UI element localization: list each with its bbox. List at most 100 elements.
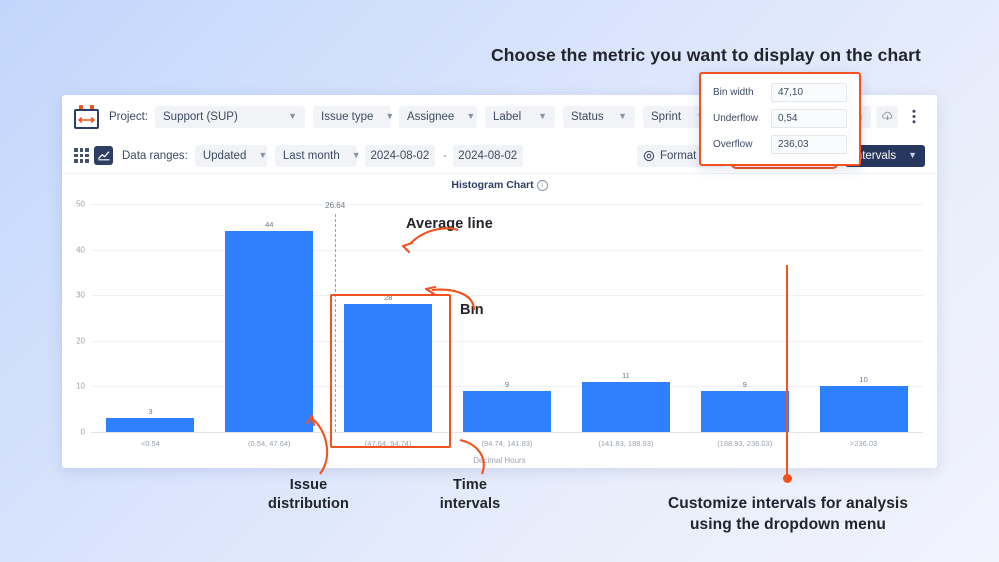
assignee-select[interactable]: Assignee ▼ [399,106,477,128]
chart-title: Histogram Chart i [62,179,937,191]
bar[interactable] [820,386,908,432]
data-range-field-value: Updated [203,150,246,162]
chevron-down-icon: ▼ [538,112,547,121]
bar-value-label: 9 [743,380,747,389]
bar-value-label: 3 [148,407,152,416]
chart-title-text: Histogram Chart [451,179,533,191]
plot-region: 01020304050 26.64 3<0.5444(0.54, 47.64)2… [91,204,923,432]
bin-width-input[interactable]: 47,10 [771,83,847,102]
x-axis-tick: (188.93, 236.03) [717,439,772,448]
y-axis-tick: 40 [76,245,85,254]
annotation-issue-distribution-line1: Issue [256,476,361,495]
date-separator: - [443,150,447,162]
bin-width-label: Bin width [713,87,771,98]
status-select[interactable]: Status ▼ [563,106,635,128]
info-icon[interactable]: i [537,180,548,191]
bar[interactable] [225,231,313,432]
annotation-issue-distribution: Issue distribution [256,476,361,514]
x-axis-title: Decimal Hours [62,456,937,465]
overflow-input[interactable]: 236,03 [771,135,847,154]
data-ranges-label: Data ranges: [122,150,188,162]
x-axis-tick: <0.54 [141,439,160,448]
x-axis-tick: (47.64, 94.74) [365,439,412,448]
cloud-download-icon[interactable] [876,106,898,128]
x-axis-tick: >236.03 [850,439,877,448]
bin-width-row: Bin width 47,10 [713,83,847,102]
bar-column[interactable]: 28(47.64, 94.74) [329,204,448,432]
calendar-arrows-icon [74,105,99,129]
date-from-value: 2024-08-02 [370,150,429,162]
bar-column[interactable]: 9(94.74, 141.83) [448,204,567,432]
x-axis-tick: (141.83, 188.93) [598,439,653,448]
chart-area: Histogram Charti 01020304050 26.64 3<0.5… [62,174,937,464]
more-vertical-icon[interactable] [903,106,925,128]
annotation-leader-customize [786,265,788,478]
overflow-label: Overflow [713,139,771,150]
data-range-period-select[interactable]: Last month ▼ [275,145,357,167]
annotation-time-intervals: Time intervals [425,476,515,514]
chevron-down-icon: ▼ [385,112,394,121]
annotation-customize-line2: using the dropdown menu [641,515,935,536]
date-to-input[interactable]: 2024-08-02 [453,145,523,167]
intervals-popover[interactable]: Bin width 47,10 Underflow 0,54 Overflow … [699,72,861,166]
y-axis-tick: 50 [76,200,85,209]
project-select[interactable]: Support (SUP) ▼ [155,106,305,128]
project-select-value: Support (SUP) [163,111,238,123]
chevron-down-icon: ▼ [908,151,917,160]
y-axis-tick: 0 [81,428,85,437]
date-from-input[interactable]: 2024-08-02 [365,145,435,167]
bar[interactable] [106,418,194,432]
annotation-issue-distribution-line2: distribution [256,495,361,514]
bar-column[interactable]: 10>236.03 [804,204,923,432]
bar-column[interactable]: 44(0.54, 47.64) [210,204,329,432]
bar[interactable] [701,391,789,432]
underflow-label: Underflow [713,113,771,124]
format-label: Format [660,150,696,162]
x-axis-tick: (0.54, 47.64) [248,439,291,448]
bar-value-label: 11 [622,371,630,380]
bar-value-label: 10 [859,375,867,384]
chart-view-icon[interactable] [94,146,113,165]
underflow-input[interactable]: 0,54 [771,109,847,128]
chevron-down-icon: ▼ [618,112,627,121]
label-select[interactable]: Label ▼ [485,106,555,128]
issue-type-label: Issue type [321,111,373,123]
sprint-label: Sprint [651,111,681,123]
bar[interactable] [582,382,670,432]
bar[interactable] [344,304,432,432]
bar-value-label: 44 [265,220,273,229]
annotation-choose-metric: Choose the metric you want to display on… [491,45,921,66]
status-label: Status [571,111,604,123]
gridline: 0 [91,432,923,433]
bar-column[interactable]: 11(141.83, 188.93) [566,204,685,432]
bar-value-label: 28 [384,293,392,302]
annotation-dot-customize [783,474,792,483]
project-label: Project: [109,111,148,123]
bar-column[interactable]: 3<0.54 [91,204,210,432]
annotation-time-intervals-line1: Time [425,476,515,495]
grid-view-icon[interactable] [74,148,89,163]
overflow-row: Overflow 236,03 [713,135,847,154]
bar-value-label: 9 [505,380,509,389]
data-range-field-select[interactable]: Updated ▼ [195,145,267,167]
assignee-label: Assignee [407,111,454,123]
annotation-time-intervals-line2: intervals [425,495,515,514]
issue-type-select[interactable]: Issue type ▼ [313,106,391,128]
bar[interactable] [463,391,551,432]
annotation-average-line: Average line [406,216,493,232]
chevron-down-icon: ▼ [258,151,267,160]
chevron-down-icon: ▼ [288,112,297,121]
target-icon [643,150,655,162]
annotation-customize-line1: Customize intervals for analysis [641,494,935,515]
label-label: Label [493,111,521,123]
bars-container: 3<0.5444(0.54, 47.64)28(47.64, 94.74)9(9… [91,204,923,432]
data-range-period-value: Last month [283,150,340,162]
x-axis-tick: (94.74, 141.83) [482,439,533,448]
y-axis-tick: 30 [76,291,85,300]
underflow-row: Underflow 0,54 [713,109,847,128]
chevron-down-icon: ▼ [466,112,475,121]
y-axis-tick: 10 [76,382,85,391]
date-to-value: 2024-08-02 [458,150,517,162]
annotation-customize: Customize intervals for analysis using t… [641,494,935,536]
annotation-bin: Bin [460,302,484,318]
